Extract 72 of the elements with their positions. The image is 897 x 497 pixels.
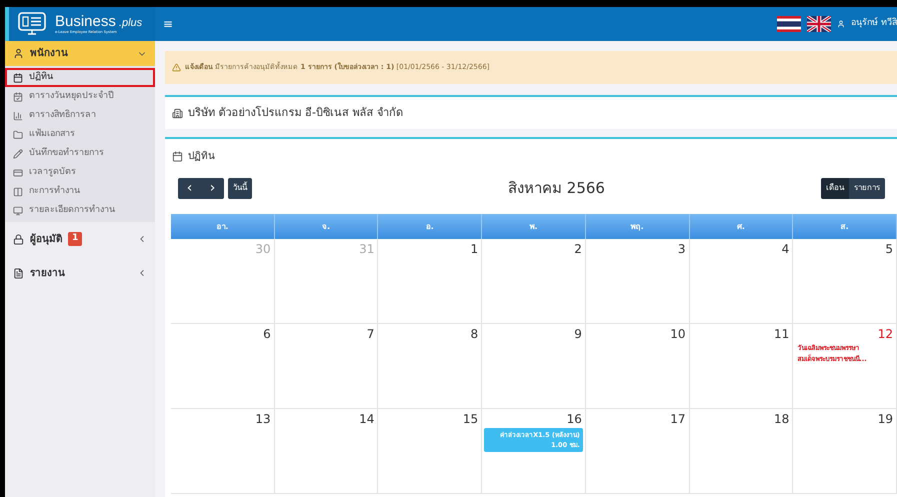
user-icon xyxy=(13,48,24,59)
calendar-check-icon xyxy=(13,92,23,102)
day-number: 9 xyxy=(574,326,583,343)
weekday-header: อา. xyxy=(171,214,275,239)
weekday-header: ส. xyxy=(793,214,897,239)
weekday-header: จ. xyxy=(274,214,378,239)
user-name[interactable]: อนุรักษ์ ทวีสิ xyxy=(851,17,897,31)
day-number: 5 xyxy=(885,241,894,258)
day-number: 10 xyxy=(670,326,687,343)
sidebar-section[interactable]: รายงาน xyxy=(5,256,155,290)
sidebar-item[interactable]: เวลารูดบัตร xyxy=(5,163,155,182)
day-number: 17 xyxy=(670,411,687,428)
calendar-icon xyxy=(13,72,23,82)
sidebar-section[interactable]: ผู้อนุมัติ 1 xyxy=(5,222,155,256)
card-title: ปฏิทิน xyxy=(188,150,215,164)
day-number: 6 xyxy=(263,326,272,343)
chart-icon xyxy=(13,110,23,120)
next-button[interactable]: › xyxy=(201,178,224,198)
day-number: 30 xyxy=(255,241,272,258)
sidebar-item[interactable]: แฟ้มเอกสาร xyxy=(5,125,155,144)
sidebar-item[interactable]: บันทึกขอทำรายการ xyxy=(5,144,155,163)
user-icon xyxy=(837,20,846,28)
menu-button[interactable]: ≡ xyxy=(155,15,182,33)
sidebar-item[interactable]: กะการทำงาน xyxy=(5,182,155,201)
day-number: 2 xyxy=(574,241,583,258)
day-number: 14 xyxy=(359,411,376,428)
day-number: 12 xyxy=(878,326,894,343)
month-title: สิงหาคม 2566 xyxy=(507,178,606,199)
day-number: 13 xyxy=(255,411,272,428)
sidebar-item[interactable]: รายละเอียดการทำงาน xyxy=(5,201,155,220)
day-number: 7 xyxy=(366,326,376,343)
day-number: 3 xyxy=(678,241,687,258)
weekday-header: พ. xyxy=(482,214,586,239)
document-icon xyxy=(13,268,24,278)
weekday-header: ศ. xyxy=(690,214,794,239)
view-tab[interactable]: เดือน xyxy=(821,178,849,198)
uk-flag-icon[interactable] xyxy=(807,16,832,32)
day-number: 1 xyxy=(470,241,480,258)
card-icon xyxy=(13,168,23,178)
section-label: ผู้อนุมัติ xyxy=(30,232,62,246)
folder-icon xyxy=(13,130,23,140)
weekday-header: พฤ. xyxy=(586,214,690,239)
section-label: รายงาน xyxy=(30,266,65,280)
day-number: 8 xyxy=(470,326,480,343)
previous-button[interactable]: ‹ xyxy=(178,178,201,198)
warning-icon xyxy=(172,63,181,72)
day-number: 4 xyxy=(782,241,790,258)
day-number: 18 xyxy=(774,411,790,428)
columns-icon xyxy=(13,186,23,196)
day-number: 31 xyxy=(359,241,376,258)
calendar-icon xyxy=(172,150,183,162)
weekday-header: อ. xyxy=(378,214,482,239)
day-number: 11 xyxy=(774,326,790,343)
section-label: พนักงาน xyxy=(30,46,68,61)
view-tab[interactable]: รายการ xyxy=(849,178,885,198)
building-icon xyxy=(172,108,183,118)
sidebar-item[interactable]: ตารางสิทธิการลา xyxy=(5,106,155,125)
pencil-icon xyxy=(13,148,23,158)
thai-flag-icon[interactable] xyxy=(777,16,802,32)
day-number: 15 xyxy=(462,411,480,428)
monitor-icon xyxy=(13,206,23,216)
logo-title: Business .plus xyxy=(55,14,142,29)
lock-icon xyxy=(13,234,24,244)
sidebar-item[interactable]: ปฏิทิน xyxy=(5,68,155,87)
day-number: 16 xyxy=(566,411,583,428)
sidebar-item[interactable]: ตารางวันหยุดประจำปี xyxy=(5,87,155,106)
count-badge: 1 xyxy=(68,232,82,246)
today-button[interactable]: วันนี้ xyxy=(228,178,252,198)
company-name: บริษัท ตัวอย่างโปรแกรม อี-บิซิเนส พลัส จำกัด xyxy=(188,104,403,121)
sidebar-section[interactable]: พนักงาน xyxy=(5,41,155,66)
day-number: 19 xyxy=(878,411,894,428)
monitor-logo-icon xyxy=(17,11,47,37)
